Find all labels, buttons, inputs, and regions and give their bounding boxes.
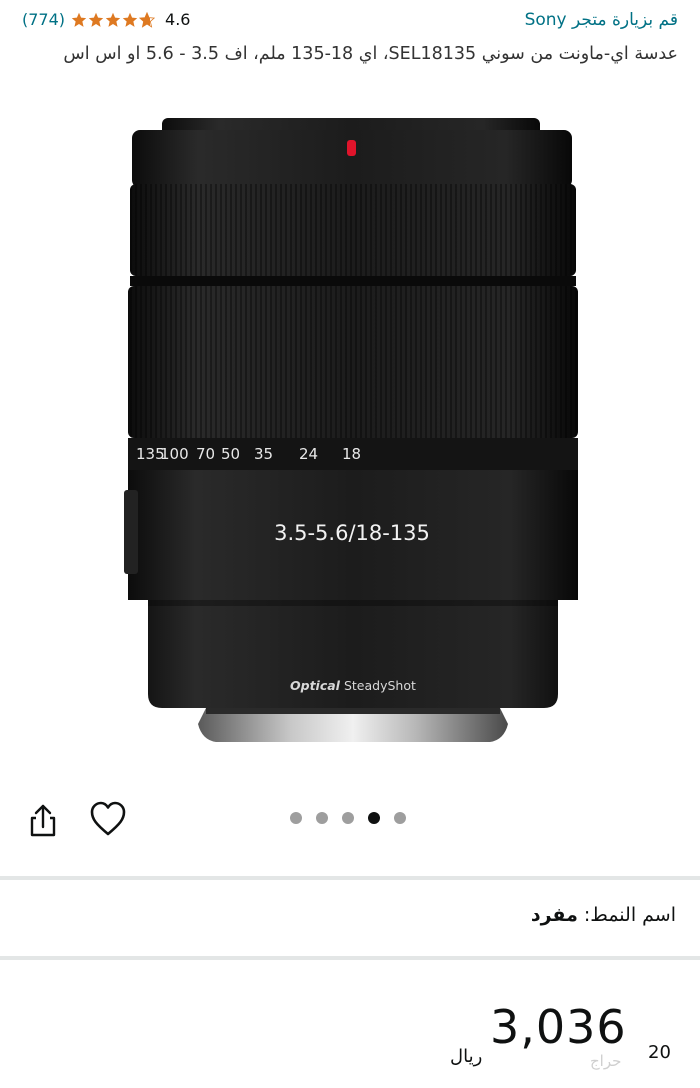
carousel-dot-active[interactable] [368, 812, 380, 824]
lens-index-mark [347, 140, 356, 156]
rating[interactable]: (774) 4.6 [22, 10, 190, 29]
price-currency: ريال [450, 1046, 483, 1067]
star-half-icon [139, 11, 156, 28]
product-title: عدسة اي-ماونت من سوني SEL18135، اي 18-13… [63, 44, 678, 64]
focal-tick-100: 100 [160, 445, 189, 463]
aperture-label: 3.5-5.6/18-135 [274, 521, 430, 545]
star-icon [71, 12, 87, 27]
section-divider [0, 876, 700, 880]
share-icon [30, 804, 56, 837]
price-fraction: 20 [648, 1042, 671, 1063]
star-icon [88, 12, 104, 27]
lens-body [128, 470, 578, 708]
rating-count[interactable]: (774) [22, 10, 65, 29]
store-link[interactable]: قم بزيارة متجر Sony [525, 10, 678, 30]
steadyshot-label: Optical SteadyShot [290, 678, 416, 693]
focal-tick-35: 35 [254, 445, 273, 463]
lens-illustration: 135 100 70 50 35 24 18 3.5-5.6/18-135 Op… [124, 118, 578, 742]
style-selector[interactable]: اسم النمط: مفرد [531, 904, 676, 926]
focal-tick-24: 24 [299, 445, 318, 463]
star-icon [105, 12, 121, 27]
focal-tick-50: 50 [221, 445, 240, 463]
product-image[interactable]: 135 100 70 50 35 24 18 3.5-5.6/18-135 Op… [0, 112, 700, 792]
side-switch [124, 490, 138, 574]
star-icon [122, 12, 138, 27]
product-header: قم بزيارة متجر Sony (774) 4.6 عدسة اي-ما… [0, 0, 700, 110]
style-value: مفرد [530, 904, 578, 926]
heart-icon [90, 801, 126, 836]
watermark: حراج [590, 1052, 622, 1070]
section-divider [0, 956, 700, 960]
carousel-dot[interactable] [290, 812, 302, 824]
rating-score: 4.6 [165, 10, 191, 29]
price-whole: 3,036 [490, 1000, 627, 1054]
carousel-dots[interactable] [290, 812, 406, 824]
image-actions [0, 795, 700, 845]
share-button[interactable] [24, 801, 62, 839]
focal-tick-18: 18 [342, 445, 361, 463]
rating-stars [71, 11, 156, 28]
wishlist-button[interactable] [88, 799, 128, 839]
carousel-dot[interactable] [342, 812, 354, 824]
carousel-dot[interactable] [316, 812, 328, 824]
focal-tick-70: 70 [196, 445, 215, 463]
carousel-dot[interactable] [394, 812, 406, 824]
style-label: اسم النمط: [583, 904, 676, 926]
